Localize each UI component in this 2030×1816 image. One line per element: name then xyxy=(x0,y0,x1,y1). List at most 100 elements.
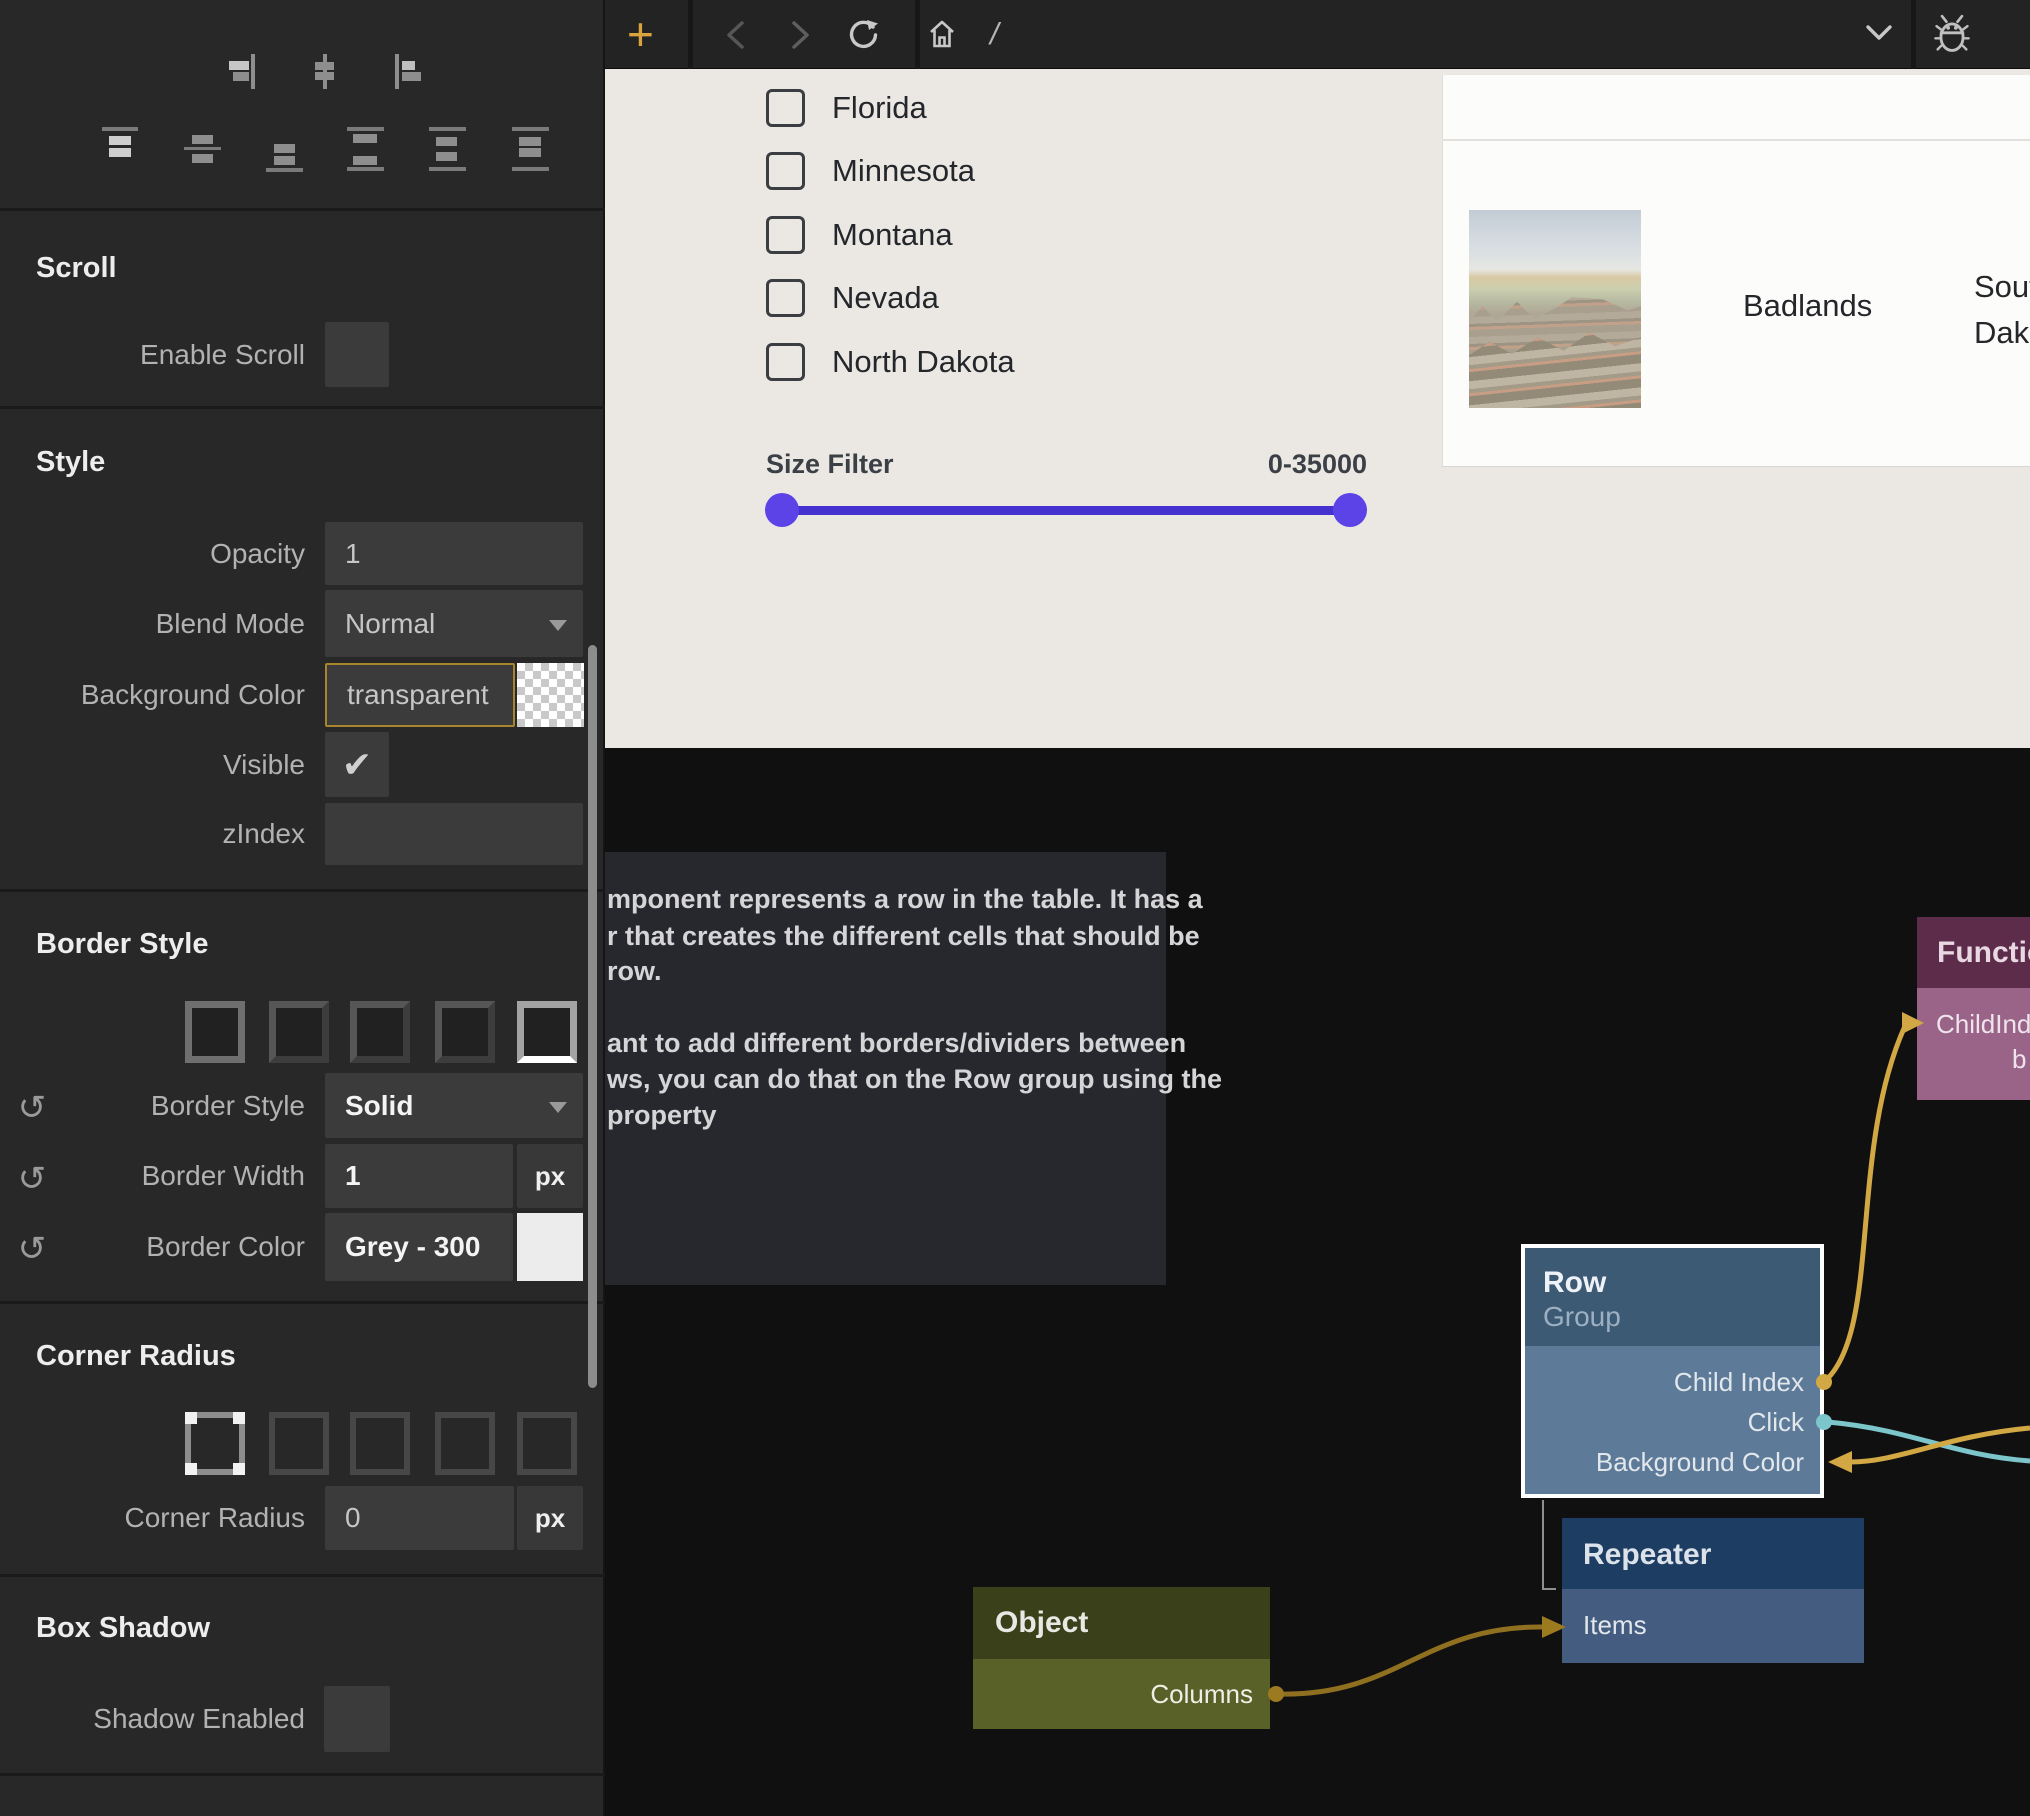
align-bottom-icon[interactable] xyxy=(266,144,303,172)
topbar-divider xyxy=(1911,0,1916,69)
chevron-down-icon xyxy=(549,1102,567,1113)
size-filter-label: Size Filter xyxy=(766,449,894,480)
state-label[interactable]: North Dakota xyxy=(832,340,1015,384)
state-label[interactable]: Minnesota xyxy=(832,149,975,193)
add-button[interactable]: + xyxy=(627,7,654,61)
state-label[interactable]: Florida xyxy=(832,86,927,130)
home-button[interactable] xyxy=(928,19,956,49)
size-filter-slider-handle-min[interactable] xyxy=(765,493,799,527)
corner-bottom-right-button[interactable] xyxy=(435,1412,495,1475)
border-style-label: Border Style xyxy=(0,1073,305,1138)
shadow-enabled-checkbox[interactable] xyxy=(324,1686,390,1752)
blend-mode-label: Blend Mode xyxy=(0,590,305,657)
chevron-down-icon[interactable] xyxy=(1863,22,1895,44)
border-width-unit[interactable]: px xyxy=(517,1144,583,1208)
background-color-input[interactable]: transparent xyxy=(325,663,515,727)
reload-button[interactable] xyxy=(845,17,879,53)
card-subtitle: South Dakota xyxy=(1974,264,2030,358)
tooltip-line: r that creates the different cells that … xyxy=(607,918,1200,954)
topbar: + / xyxy=(605,0,2030,69)
section-divider xyxy=(0,406,605,409)
port-child-index[interactable]: Child Index xyxy=(1545,1365,1804,1399)
section-title-scroll: Scroll xyxy=(36,252,117,285)
forward-button[interactable] xyxy=(787,19,813,51)
corner-top-right-button[interactable] xyxy=(350,1412,410,1475)
state-checkbox-minnesota[interactable] xyxy=(766,152,805,190)
tooltip-line: ws, you can do that on the Row group usi… xyxy=(607,1061,1222,1097)
property-inspector: Scroll Enable Scroll Style Opacity 1 Ble… xyxy=(0,0,605,1816)
state-label[interactable]: Nevada xyxy=(832,276,939,320)
zindex-input[interactable] xyxy=(325,803,583,865)
border-side-all-button[interactable] xyxy=(185,1001,245,1063)
distribute-vertical-icon[interactable] xyxy=(429,127,466,171)
opacity-input[interactable]: 1 xyxy=(325,522,583,585)
space-between-vertical-icon[interactable] xyxy=(347,127,384,171)
port-childindex[interactable]: ChildIndex xyxy=(1936,1007,2030,1041)
port-items[interactable]: Items xyxy=(1583,1608,1647,1642)
state-checkbox-montana[interactable] xyxy=(766,216,805,254)
border-style-select[interactable]: Solid xyxy=(325,1073,583,1138)
align-center-horizontal-icon[interactable] xyxy=(312,54,338,89)
corner-top-left-button[interactable] xyxy=(269,1412,329,1475)
border-color-input[interactable]: Grey - 300 xyxy=(325,1213,513,1281)
port-background-color[interactable]: Background Color xyxy=(1545,1445,1804,1479)
section-divider xyxy=(0,1574,605,1577)
border-side-right-button[interactable] xyxy=(350,1001,410,1063)
blend-mode-select[interactable]: Normal xyxy=(325,590,583,657)
corner-bottom-left-button[interactable] xyxy=(517,1412,577,1475)
opacity-label: Opacity xyxy=(0,522,305,585)
visible-checkbox[interactable]: ✔ xyxy=(325,732,389,797)
checkmark-icon: ✔ xyxy=(342,744,372,786)
distribute-center-vertical-icon[interactable] xyxy=(184,133,221,166)
breadcrumb-path[interactable]: / xyxy=(990,16,999,52)
align-top-icon[interactable] xyxy=(102,127,138,171)
corner-radius-label: Corner Radius xyxy=(0,1486,305,1550)
section-divider xyxy=(0,1301,605,1304)
node-repeater-title: Repeater xyxy=(1583,1538,1711,1572)
tooltip-line: property xyxy=(607,1097,717,1133)
debug-bug-button[interactable] xyxy=(1931,14,1973,56)
panel-scrollbar[interactable] xyxy=(588,645,597,1388)
size-filter-slider-handle-max[interactable] xyxy=(1333,493,1367,527)
background-color-swatch[interactable] xyxy=(517,663,584,727)
section-title-border-style: Border Style xyxy=(36,928,208,961)
align-left-edge-icon[interactable] xyxy=(395,54,422,89)
card-divider xyxy=(1442,139,2030,141)
node-row-group-title: Row xyxy=(1543,1266,1606,1300)
port-click[interactable]: Click xyxy=(1545,1405,1804,1439)
corner-all-button[interactable] xyxy=(185,1412,245,1475)
enable-scroll-checkbox[interactable] xyxy=(325,322,389,387)
state-checkbox-north-dakota[interactable] xyxy=(766,343,805,381)
border-side-left-button[interactable] xyxy=(435,1001,495,1063)
section-title-style: Style xyxy=(36,446,105,479)
section-title-corner-radius: Corner Radius xyxy=(36,1340,236,1373)
border-width-label: Border Width xyxy=(0,1144,305,1208)
stretch-vertical-icon[interactable] xyxy=(512,127,549,171)
enable-scroll-label: Enable Scroll xyxy=(0,322,305,387)
state-checkbox-nevada[interactable] xyxy=(766,279,805,317)
border-side-bottom-button[interactable] xyxy=(517,1001,577,1063)
badlands-photo xyxy=(1469,210,1641,408)
border-side-top-button[interactable] xyxy=(269,1001,329,1063)
border-color-swatch[interactable] xyxy=(517,1213,583,1281)
tooltip-line: mponent represents a row in the table. I… xyxy=(607,881,1203,917)
section-divider xyxy=(0,889,605,892)
port-b[interactable]: b xyxy=(2012,1042,2026,1076)
state-checkbox-florida[interactable] xyxy=(766,89,805,127)
border-width-input[interactable]: 1 xyxy=(325,1144,513,1208)
size-filter-slider-track[interactable] xyxy=(782,506,1351,515)
tooltip-line: row. xyxy=(607,953,662,989)
background-color-label: Background Color xyxy=(0,663,305,727)
topbar-divider xyxy=(688,0,693,69)
size-filter-range: 0-35000 xyxy=(1100,449,1367,480)
chevron-down-icon xyxy=(549,620,567,631)
back-button[interactable] xyxy=(723,19,749,51)
border-style-value: Solid xyxy=(345,1090,413,1122)
border-color-label: Border Color xyxy=(0,1213,305,1281)
zindex-label: zIndex xyxy=(0,803,305,865)
align-right-edge-icon[interactable] xyxy=(229,54,255,89)
port-columns[interactable]: Columns xyxy=(1000,1677,1253,1711)
corner-radius-input[interactable]: 0 xyxy=(325,1486,514,1550)
state-label[interactable]: Montana xyxy=(832,213,953,257)
corner-radius-unit[interactable]: px xyxy=(517,1486,583,1550)
